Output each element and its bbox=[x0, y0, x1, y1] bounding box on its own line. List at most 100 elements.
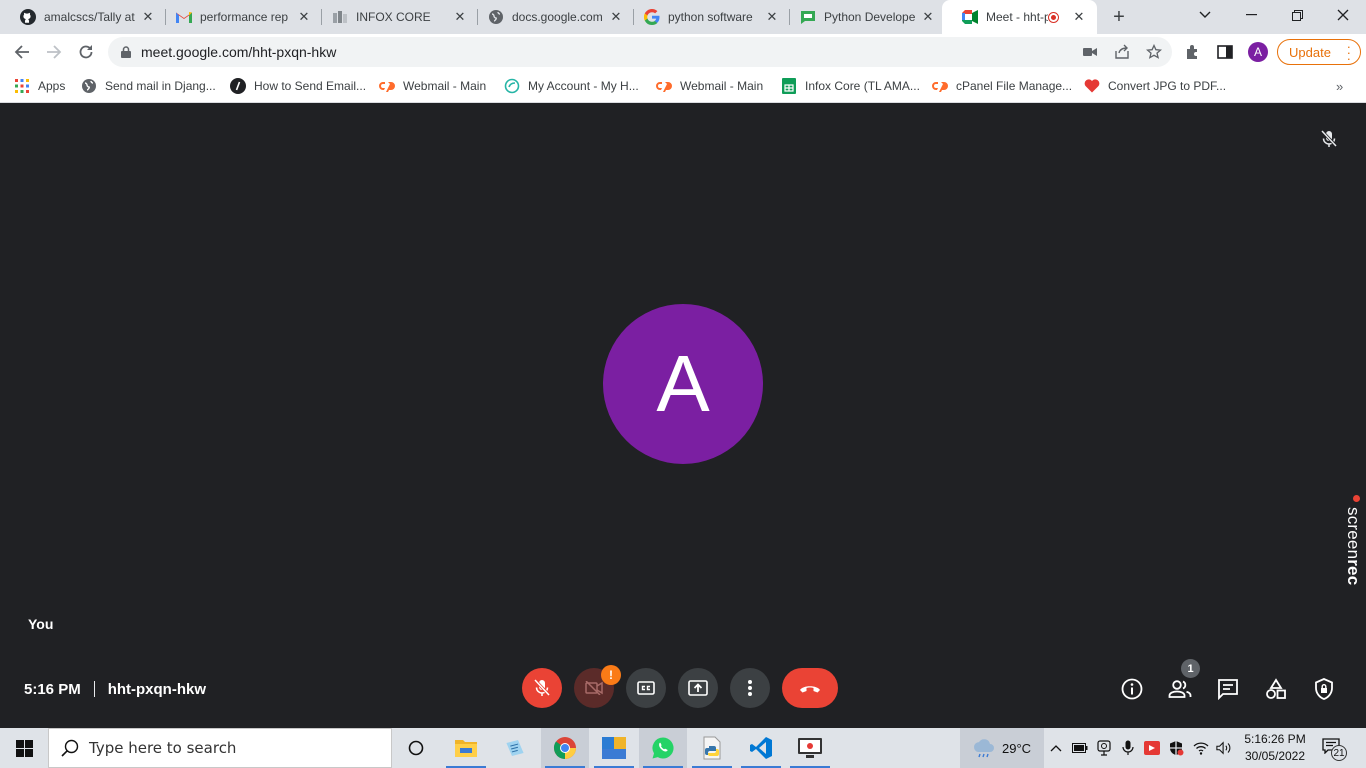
bookmark-item[interactable]: Webmail - Main bbox=[379, 76, 486, 96]
tab-close-icon[interactable]: ✕ bbox=[920, 9, 936, 25]
office-tiles-icon bbox=[601, 736, 627, 760]
notepad-app[interactable] bbox=[491, 728, 539, 768]
bookmark-label: My Account - My H... bbox=[528, 79, 639, 93]
whatsapp-icon bbox=[651, 736, 675, 760]
tab-close-icon[interactable]: ✕ bbox=[296, 9, 312, 25]
start-button[interactable] bbox=[0, 728, 48, 768]
mic-off-icon bbox=[1319, 129, 1339, 149]
shield-lock-icon bbox=[1314, 678, 1334, 700]
tab-google-meet[interactable]: Meet - hht-p ✕ bbox=[942, 0, 1097, 34]
meeting-details-button[interactable] bbox=[1120, 677, 1144, 701]
extensions-icon[interactable] bbox=[1184, 43, 1202, 61]
activities-button[interactable] bbox=[1264, 677, 1288, 701]
google-icon bbox=[644, 9, 660, 25]
address-bar[interactable]: meet.google.com/hht-pxqn-hkw bbox=[108, 37, 1172, 67]
bookmark-item[interactable]: Webmail - Main bbox=[656, 76, 763, 96]
python-idle-app[interactable] bbox=[688, 728, 736, 768]
screenrec-tray-icon[interactable] bbox=[1144, 740, 1160, 756]
restore-button[interactable] bbox=[1274, 0, 1320, 30]
tab-close-icon[interactable]: ✕ bbox=[452, 9, 468, 25]
tab-gmail[interactable]: performance rep ✕ bbox=[156, 0, 322, 34]
microphone-toggle-button[interactable] bbox=[522, 668, 562, 708]
office-app[interactable] bbox=[590, 728, 638, 768]
clock-date: 30/05/2022 bbox=[1244, 749, 1306, 763]
more-bookmarks-icon[interactable]: » bbox=[1336, 79, 1343, 94]
minimize-button[interactable] bbox=[1228, 0, 1274, 30]
bookmark-label: Infox Core (TL AMA... bbox=[805, 79, 920, 93]
back-button[interactable] bbox=[8, 38, 36, 66]
update-button[interactable]: Update · · · bbox=[1277, 39, 1361, 65]
tab-python-developer[interactable]: Python Develope ✕ bbox=[780, 0, 946, 34]
tab-close-icon[interactable]: ✕ bbox=[140, 9, 156, 25]
tab-github[interactable]: amalcscs/Tally at ✕ bbox=[0, 0, 166, 34]
cpanel-icon bbox=[379, 78, 395, 94]
vscode-app[interactable] bbox=[737, 728, 785, 768]
apps-grid-icon bbox=[14, 78, 30, 94]
profile-avatar[interactable]: A bbox=[1248, 42, 1268, 62]
webcam-tray-icon[interactable] bbox=[1096, 740, 1112, 756]
notification-count-badge: 21 bbox=[1331, 745, 1347, 761]
folder-icon bbox=[454, 738, 478, 758]
microphone-tray-icon[interactable] bbox=[1120, 740, 1136, 756]
tab-infox[interactable]: INFOX CORE ✕ bbox=[312, 0, 478, 34]
bookmark-item[interactable]: Send mail in Djang... bbox=[81, 76, 216, 96]
weather-widget[interactable]: 29°C bbox=[960, 728, 1044, 768]
wifi-icon[interactable] bbox=[1193, 740, 1209, 756]
bookmark-item[interactable]: My Account - My H... bbox=[504, 76, 639, 96]
tab-search-chevron-icon[interactable] bbox=[1182, 0, 1228, 30]
vscode-icon bbox=[749, 736, 773, 760]
chat-button[interactable] bbox=[1216, 677, 1240, 701]
share-icon[interactable] bbox=[1114, 44, 1130, 60]
more-vert-icon bbox=[748, 680, 752, 696]
bookmark-apps[interactable]: Apps bbox=[14, 76, 65, 96]
tab-docs[interactable]: docs.google.com ✕ bbox=[468, 0, 634, 34]
battery-icon[interactable] bbox=[1072, 740, 1088, 756]
file-explorer-app[interactable] bbox=[442, 728, 490, 768]
bookmark-item[interactable]: Infox Core (TL AMA... bbox=[781, 76, 920, 96]
bookmark-item[interactable]: Convert JPG to PDF... bbox=[1084, 76, 1226, 96]
tab-google-search[interactable]: python software ✕ bbox=[624, 0, 790, 34]
present-screen-button[interactable] bbox=[678, 668, 718, 708]
camera-warning-badge[interactable]: ! bbox=[601, 665, 621, 685]
cortana-button[interactable] bbox=[392, 728, 440, 768]
screenrec-app[interactable] bbox=[786, 728, 834, 768]
camera-in-use-icon[interactable] bbox=[1082, 44, 1098, 60]
show-hidden-icons-chevron-icon[interactable] bbox=[1048, 740, 1064, 756]
close-window-button[interactable] bbox=[1320, 0, 1366, 30]
side-panel-icon[interactable] bbox=[1216, 43, 1234, 61]
leave-call-button[interactable] bbox=[782, 668, 838, 708]
tab-close-icon[interactable]: ✕ bbox=[608, 9, 624, 25]
hang-up-icon bbox=[798, 683, 822, 693]
bookmark-label: Send mail in Djang... bbox=[105, 79, 216, 93]
tab-close-icon[interactable]: ✕ bbox=[764, 9, 780, 25]
lock-icon[interactable] bbox=[121, 46, 131, 58]
screenrec-logo-text: screenrec bbox=[1344, 507, 1363, 586]
bookmark-item[interactable]: cPanel File Manage... bbox=[932, 76, 1072, 96]
heart-icon bbox=[1084, 78, 1100, 94]
bookmark-star-icon[interactable] bbox=[1146, 44, 1162, 60]
tab-title: INFOX CORE bbox=[356, 10, 431, 24]
cortana-circle-icon bbox=[408, 740, 424, 756]
search-icon bbox=[61, 739, 79, 757]
more-options-button[interactable] bbox=[730, 668, 770, 708]
reload-button[interactable] bbox=[72, 38, 100, 66]
url-text: meet.google.com/hht-pxqn-hkw bbox=[141, 44, 337, 60]
whatsapp-app[interactable] bbox=[639, 728, 687, 768]
taskbar-search-box[interactable]: Type here to search bbox=[48, 728, 392, 768]
security-tray-icon[interactable] bbox=[1168, 740, 1184, 756]
chrome-app[interactable] bbox=[541, 728, 589, 768]
people-button[interactable] bbox=[1168, 677, 1192, 701]
forward-button[interactable] bbox=[40, 38, 68, 66]
system-clock[interactable]: 5:16:26 PM 30/05/2022 bbox=[1240, 731, 1310, 765]
hostinger-icon bbox=[504, 78, 520, 94]
volume-icon[interactable] bbox=[1216, 740, 1232, 756]
tab-close-icon[interactable]: ✕ bbox=[1071, 9, 1087, 25]
new-tab-button[interactable]: + bbox=[1108, 7, 1130, 27]
host-controls-button[interactable] bbox=[1312, 677, 1336, 701]
meeting-details: 5:16 PM hht-pxqn-hkw bbox=[24, 679, 206, 699]
notification-center-button[interactable]: 21 bbox=[1322, 738, 1347, 761]
code-icon bbox=[230, 78, 246, 94]
bookmark-item[interactable]: How to Send Email... bbox=[230, 76, 366, 96]
infox-icon bbox=[332, 9, 348, 25]
captions-button[interactable] bbox=[626, 668, 666, 708]
